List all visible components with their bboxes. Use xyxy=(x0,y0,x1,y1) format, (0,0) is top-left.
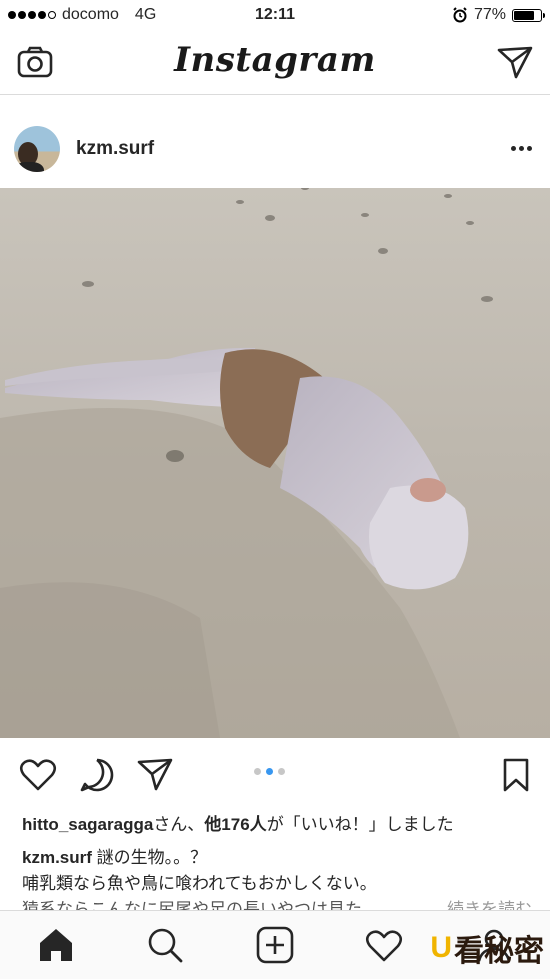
watermark: U 看秘密 xyxy=(430,926,544,970)
post-header: kzm.surf xyxy=(0,120,550,178)
more-options-icon[interactable] xyxy=(508,138,534,158)
activity-icon[interactable] xyxy=(364,925,404,965)
alarm-icon xyxy=(453,7,467,23)
post-action-bar xyxy=(0,750,550,798)
status-right: 77% xyxy=(452,6,545,24)
battery-percent: 77% xyxy=(473,6,506,23)
watermark-logo: U xyxy=(430,931,452,964)
likes-text-1: さん、 xyxy=(153,815,205,834)
carousel-dot xyxy=(278,768,285,775)
likes-username[interactable]: hitto_sagaragga xyxy=(22,815,153,834)
search-icon[interactable] xyxy=(145,925,185,965)
top-nav: Instagram xyxy=(0,32,550,95)
caption-text-1: 謎の生物。。？ xyxy=(91,848,208,867)
battery-fill xyxy=(514,10,535,20)
caption-username[interactable]: kzm.surf xyxy=(22,848,92,867)
post-photo[interactable] xyxy=(0,188,550,738)
caption-line-2: 哺乳類なら魚や鳥に喰われてもおかしくない。 xyxy=(22,874,377,893)
add-post-icon[interactable] xyxy=(255,925,295,965)
beach-creature-image xyxy=(0,188,550,738)
likes-count[interactable]: 他176人 xyxy=(204,815,266,834)
likes-line: hitto_sagaraggaさん、他176人が「いいね！」しました xyxy=(22,810,454,835)
watermark-text: 看秘密 xyxy=(454,935,544,968)
paper-plane-icon[interactable] xyxy=(496,44,534,80)
heart-icon[interactable] xyxy=(19,756,57,794)
home-icon[interactable] xyxy=(36,925,76,965)
post-username[interactable]: kzm.surf xyxy=(76,138,154,160)
bookmark-icon[interactable] xyxy=(497,756,535,794)
carousel-dot-active xyxy=(266,768,273,775)
comment-icon[interactable] xyxy=(78,756,116,794)
instagram-logo: Instagram xyxy=(174,40,376,80)
caption-line-1: kzm.surf 謎の生物。。？ xyxy=(22,845,532,871)
share-icon[interactable] xyxy=(136,756,174,794)
likes-text-2: が「いいね！」しました xyxy=(266,815,454,834)
carousel-indicator xyxy=(254,768,285,775)
battery-icon xyxy=(512,8,545,22)
avatar[interactable] xyxy=(14,126,60,172)
carousel-dot xyxy=(254,768,261,775)
status-bar: docomo 4G 12:11 77% xyxy=(0,0,550,32)
